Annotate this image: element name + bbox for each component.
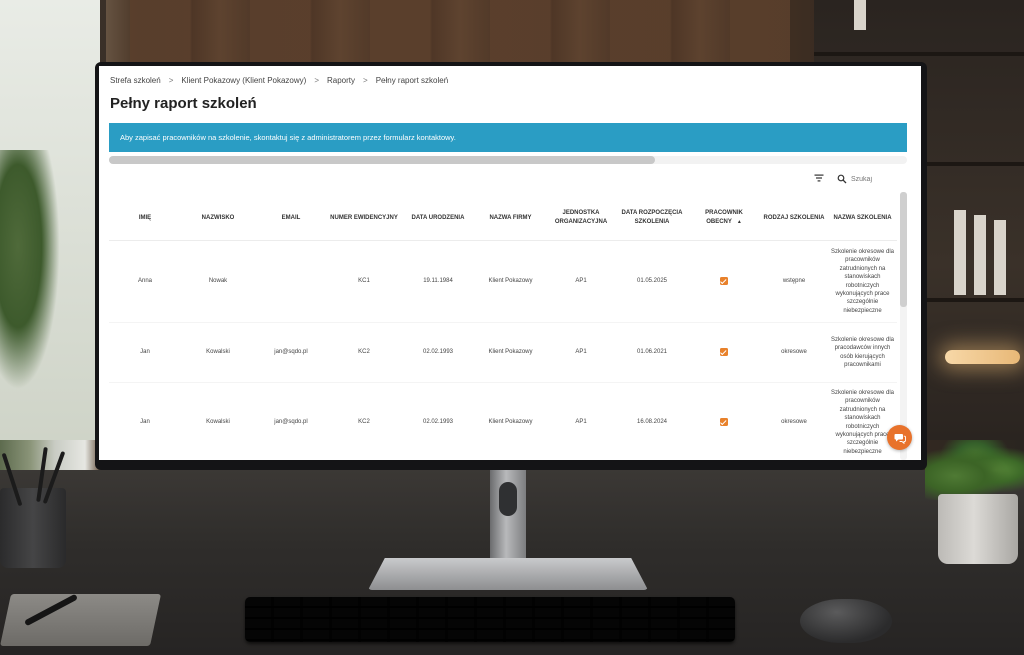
cell-present: [688, 382, 760, 460]
cell-training-type: okresowe: [760, 382, 828, 460]
lamp: [945, 350, 1020, 364]
cell-last-name: Nowak: [181, 240, 255, 323]
table-row[interactable]: Jan Kowalski jan@sqdo.pl KC2 02.02.1993 …: [109, 382, 897, 460]
column-header[interactable]: Nazwisko: [181, 196, 255, 241]
cell-employee-no: KC2: [327, 322, 401, 383]
breadcrumb-item[interactable]: Strefa szkoleń: [110, 76, 161, 85]
cell-training-name: Szkolenie okresowe dla pracowników zatru…: [828, 382, 897, 460]
cell-start-date: 01.06.2021: [616, 322, 688, 383]
column-header[interactable]: Nazwa firmy: [475, 196, 546, 241]
present-checkbox[interactable]: [720, 418, 728, 426]
cell-training-name: Szkolenie okresowe dla pracodawców innyc…: [828, 322, 897, 383]
page-title: Pełny raport szkoleń: [110, 95, 257, 112]
search-icon: [837, 174, 847, 184]
cell-first-name: Anna: [109, 240, 181, 323]
breadcrumb-item[interactable]: Raporty: [327, 76, 355, 85]
scrollbar-thumb[interactable]: [109, 156, 655, 164]
cell-last-name: Kowalski: [181, 382, 255, 460]
table-row[interactable]: Anna Nowak KC1 19.11.1984 Klient Pokazow…: [109, 240, 897, 323]
cell-present: [688, 322, 760, 383]
chat-button[interactable]: [887, 425, 912, 450]
present-checkbox[interactable]: [720, 277, 728, 285]
cell-company: Klient Pokazowy: [475, 382, 546, 460]
cell-training-type: wstępne: [760, 240, 828, 323]
cell-email: [255, 240, 327, 323]
column-header-sorted[interactable]: Pracownik obecny ▲: [688, 196, 760, 241]
column-header[interactable]: Rodzaj szkolenia: [760, 196, 828, 241]
cell-training-name: Szkolenie okresowe dla pracowników zatru…: [828, 240, 897, 323]
breadcrumb: Strefa szkoleń > Klient Pokazowy (Klient P…: [110, 76, 448, 85]
horizontal-scrollbar[interactable]: [109, 156, 907, 164]
mouse: [800, 599, 892, 643]
plant-pot: [938, 494, 1018, 564]
keyboard: [245, 597, 735, 642]
cell-birth-date: 02.02.1993: [401, 382, 475, 460]
search-input[interactable]: [847, 175, 891, 183]
breadcrumb-separator: >: [314, 76, 319, 85]
cell-start-date: 01.05.2025: [616, 240, 688, 323]
cell-company: Klient Pokazowy: [475, 240, 546, 323]
monitor-base: [368, 558, 648, 590]
search-box[interactable]: [837, 172, 891, 186]
column-header[interactable]: Data urodzenia: [401, 196, 475, 241]
cell-employee-no: KC2: [327, 382, 401, 460]
present-checkbox[interactable]: [720, 348, 728, 356]
breadcrumb-separator: >: [363, 76, 368, 85]
table-header-row: Imię Nazwisko Email Numer ewidencyjny Da…: [109, 196, 897, 241]
cell-birth-date: 19.11.1984: [401, 240, 475, 323]
report-table: Imię Nazwisko Email Numer ewidencyjny Da…: [109, 196, 897, 460]
cell-training-type: okresowe: [760, 322, 828, 383]
stand-cable-slot: [499, 482, 517, 516]
window: [0, 0, 106, 440]
cell-unit: AP1: [546, 322, 616, 383]
sort-asc-icon[interactable]: ▲: [737, 219, 742, 225]
outdoor-greenery: [0, 150, 60, 390]
cell-first-name: Jan: [109, 322, 181, 383]
column-header[interactable]: Numer ewidencyjny: [327, 196, 401, 241]
column-header[interactable]: Nazwa szkolenia: [828, 196, 897, 241]
cell-email: jan@sqdo.pl: [255, 382, 327, 460]
cell-birth-date: 02.02.1993: [401, 322, 475, 383]
chat-icon: [894, 433, 906, 444]
cell-start-date: 16.08.2024: [616, 382, 688, 460]
column-header[interactable]: Imię: [109, 196, 181, 241]
cell-unit: AP1: [546, 240, 616, 323]
scrollbar-thumb[interactable]: [900, 192, 907, 307]
cell-email: jan@sqdo.pl: [255, 322, 327, 383]
app-screen: Strefa szkoleń > Klient Pokazowy (Klient P…: [99, 66, 921, 460]
desk-plant: [925, 440, 1024, 500]
vertical-scrollbar[interactable]: [900, 192, 907, 460]
filter-icon[interactable]: [813, 172, 825, 184]
breadcrumb-separator: >: [168, 76, 174, 85]
pen-holder: [0, 488, 66, 568]
cell-present: [688, 240, 760, 323]
column-header[interactable]: Jednostka organizacyjna: [546, 196, 616, 241]
info-banner: Aby zapisać pracowników na szkolenie, sk…: [109, 123, 907, 152]
column-header[interactable]: Data rozpoczęcia szkolenia: [616, 196, 688, 241]
breadcrumb-current: Pełny raport szkoleń: [375, 76, 449, 85]
column-header[interactable]: Email: [255, 196, 327, 241]
cell-first-name: Jan: [109, 382, 181, 460]
cell-last-name: Kowalski: [181, 322, 255, 383]
breadcrumb-item[interactable]: Klient Pokazowy (Klient Pokazowy): [181, 76, 306, 85]
cell-company: Klient Pokazowy: [475, 322, 546, 383]
table-row[interactable]: Jan Kowalski jan@sqdo.pl KC2 02.02.1993 …: [109, 322, 897, 383]
cell-unit: AP1: [546, 382, 616, 460]
cell-employee-no: KC1: [327, 240, 401, 323]
